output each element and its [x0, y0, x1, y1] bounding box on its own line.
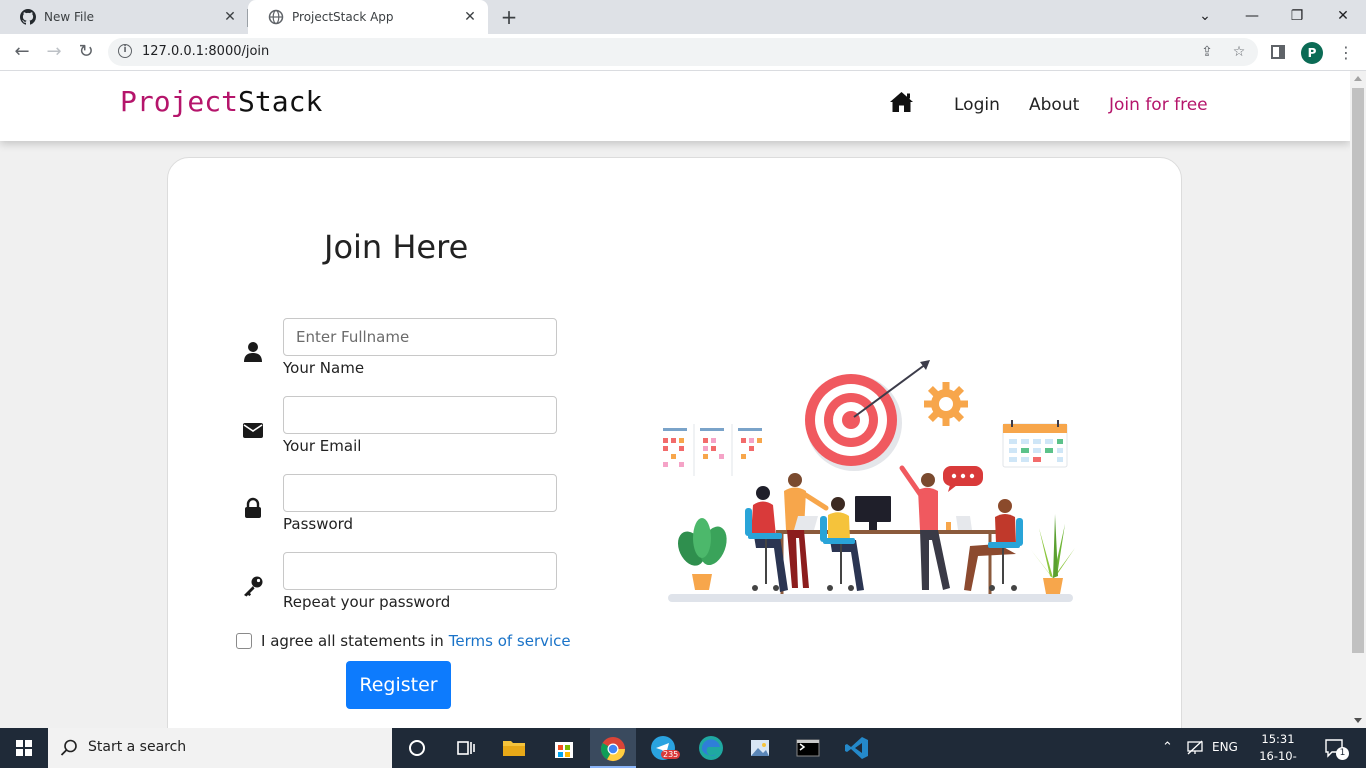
url-text: 127.0.0.1:8000/join	[142, 44, 270, 59]
notifications-icon[interactable]: 1	[1324, 737, 1349, 768]
tab-new-file[interactable]: New File ✕	[0, 0, 248, 34]
telegram-unread-badge: 235	[661, 750, 681, 759]
brand-part-project: Project	[120, 85, 239, 118]
tab-projectstack-app[interactable]: ProjectStack App ✕	[248, 0, 488, 34]
key-icon	[242, 575, 264, 597]
reload-button[interactable]: ↻	[74, 40, 98, 64]
envelope-icon	[242, 419, 264, 441]
restore-button[interactable]: ❐	[1283, 4, 1311, 28]
terms-of-service-link[interactable]: Terms of service	[449, 632, 571, 650]
bookmark-star-icon[interactable]: ☆	[1230, 43, 1248, 61]
windows-taskbar: Start a search 235 ⌃ ENG 15:31 16-10- 1	[0, 728, 1366, 768]
chrome-icon	[600, 737, 625, 762]
windows-logo-icon	[16, 740, 32, 756]
search-icon	[60, 739, 77, 756]
close-tab-icon[interactable]: ✕	[222, 9, 238, 25]
page-title: Join Here	[324, 228, 469, 266]
agree-text: I agree all statements in	[261, 632, 444, 650]
edge-icon[interactable]	[697, 734, 725, 762]
side-panel-icon[interactable]	[1271, 45, 1285, 59]
agree-row: I agree all statements in Terms of servi…	[236, 632, 571, 650]
scrollbar-thumb[interactable]	[1352, 88, 1364, 653]
nav-join-link[interactable]: Join for free	[1109, 95, 1208, 115]
globe-icon	[268, 9, 284, 25]
lock-icon	[242, 497, 264, 519]
scroll-down-arrow-icon[interactable]	[1354, 718, 1362, 723]
close-tab-icon[interactable]: ✕	[462, 9, 478, 25]
network-icon[interactable]	[1186, 738, 1204, 768]
file-explorer-icon[interactable]	[500, 734, 528, 762]
brand-part-stack: Stack	[238, 85, 323, 118]
language-indicator[interactable]: ENG	[1212, 740, 1238, 768]
tab-search-chevron-icon[interactable]: ⌄	[1191, 4, 1219, 28]
taskbar-clock[interactable]: 15:31 16-10-2022	[1248, 731, 1308, 768]
back-button[interactable]: ←	[10, 40, 34, 64]
notification-count-badge: 1	[1336, 747, 1349, 760]
repeat-password-label: Repeat your password	[283, 593, 451, 611]
clock-time: 15:31	[1261, 732, 1295, 746]
password-label: Password	[283, 515, 354, 533]
agree-checkbox[interactable]	[236, 633, 252, 649]
email-label: Your Email	[283, 437, 362, 455]
page-viewport: ProjectStack Login About Join for free J…	[0, 71, 1350, 728]
nav-about-link[interactable]: About	[1029, 95, 1079, 115]
user-icon	[242, 341, 264, 363]
forward-button[interactable]: →	[42, 40, 66, 64]
clock-date: 16-10-2022	[1259, 749, 1297, 768]
browser-tab-strip: New File ✕ ProjectStack App ✕ + ⌄ — ❐ ✕	[0, 0, 1366, 34]
minimize-button[interactable]: —	[1238, 4, 1266, 28]
fullname-label: Your Name	[283, 359, 365, 377]
taskbar-search-box[interactable]: Start a search	[48, 728, 392, 768]
page-scrollbar[interactable]	[1350, 71, 1366, 728]
tab-title: New File	[44, 10, 95, 24]
register-button[interactable]: Register	[346, 661, 451, 709]
address-bar[interactable]: i 127.0.0.1:8000/join ⇪ ☆	[108, 38, 1258, 66]
close-window-button[interactable]: ✕	[1329, 4, 1357, 28]
start-button[interactable]	[0, 728, 48, 768]
profile-avatar[interactable]: P	[1301, 42, 1323, 64]
vscode-icon[interactable]	[843, 734, 871, 762]
scroll-up-arrow-icon[interactable]	[1354, 76, 1362, 81]
nav-login-link[interactable]: Login	[954, 95, 1000, 115]
share-icon[interactable]: ⇪	[1198, 43, 1216, 61]
join-card: Join Here Your Name Your Email Password …	[167, 157, 1182, 728]
task-view-icon[interactable]	[451, 734, 479, 762]
github-icon	[20, 9, 36, 25]
browser-toolbar: ← → ↻ i 127.0.0.1:8000/join ⇪ ☆ P ⋮	[0, 34, 1366, 71]
password-input[interactable]	[283, 474, 557, 512]
browser-menu-icon[interactable]: ⋮	[1336, 41, 1356, 65]
taskbar-search-placeholder: Start a search	[88, 739, 187, 755]
team-target-illustration	[663, 360, 1075, 602]
brand-logo[interactable]: ProjectStack	[120, 85, 322, 118]
site-info-icon[interactable]: i	[118, 44, 132, 58]
site-navbar: ProjectStack Login About Join for free	[0, 71, 1350, 141]
new-tab-button[interactable]: +	[498, 6, 520, 28]
email-input[interactable]	[283, 396, 557, 434]
fullname-input[interactable]	[283, 318, 557, 356]
home-icon[interactable]	[889, 91, 914, 113]
tray-chevron-icon[interactable]: ⌃	[1162, 740, 1173, 768]
photos-app-icon[interactable]	[746, 734, 774, 762]
microsoft-store-icon[interactable]	[550, 734, 578, 762]
chrome-taskbar-button[interactable]	[590, 728, 636, 768]
tab-title: ProjectStack App	[292, 10, 394, 24]
cortana-icon[interactable]	[403, 734, 431, 762]
repeat-password-input[interactable]	[283, 552, 557, 590]
telegram-icon[interactable]: 235	[649, 734, 681, 762]
terminal-icon[interactable]	[794, 734, 822, 762]
